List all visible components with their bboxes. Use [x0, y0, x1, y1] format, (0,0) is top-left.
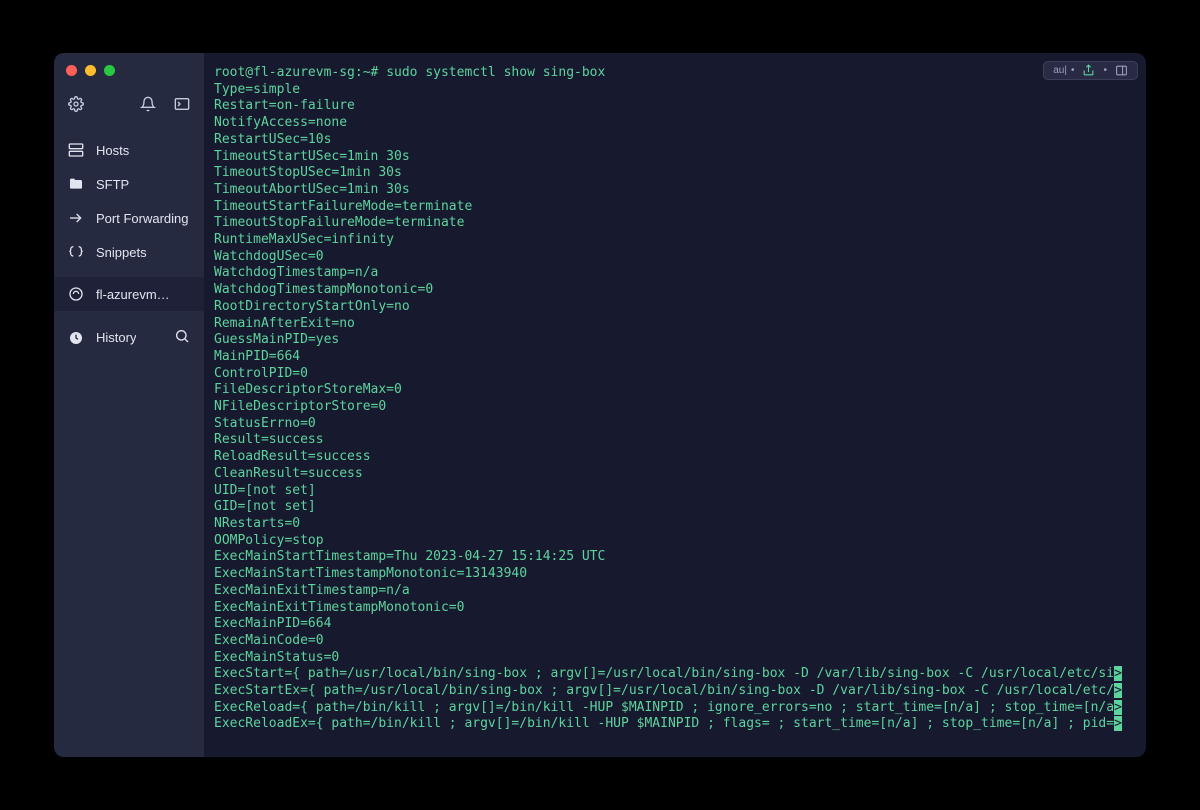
- split-icon[interactable]: [1112, 64, 1131, 77]
- autocomplete-label: au|: [1053, 65, 1067, 76]
- sidebar-item-history[interactable]: History: [54, 319, 204, 356]
- toolbar-topright: au|• •: [1043, 61, 1138, 80]
- sidebar: Hosts SFTP Port Forwarding Snippets fl-a…: [54, 53, 204, 757]
- sidebar-item-label: Snippets: [96, 245, 147, 260]
- sidebar-item-session[interactable]: fl-azurevm…: [54, 277, 204, 311]
- sidebar-item-port-forwarding[interactable]: Port Forwarding: [54, 201, 204, 235]
- sidebar-item-snippets[interactable]: Snippets: [54, 235, 204, 269]
- app-window: Hosts SFTP Port Forwarding Snippets fl-a…: [54, 53, 1146, 757]
- share-icon[interactable]: [1079, 64, 1098, 77]
- sidebar-item-hosts[interactable]: Hosts: [54, 133, 204, 167]
- sidebar-item-label: History: [96, 330, 136, 345]
- window-controls: [54, 59, 204, 90]
- minimize-window-button[interactable]: [85, 65, 96, 76]
- sidebar-item-label: fl-azurevm…: [96, 287, 170, 302]
- sidebar-item-label: SFTP: [96, 177, 129, 192]
- maximize-window-button[interactable]: [104, 65, 115, 76]
- sidebar-toolbar: [54, 90, 204, 133]
- sidebar-item-label: Port Forwarding: [96, 211, 188, 226]
- search-icon[interactable]: [174, 328, 190, 347]
- terminal-pane[interactable]: root@fl-azurevm-sg:~# sudo systemctl sho…: [204, 53, 1146, 757]
- terminal-icon[interactable]: [174, 96, 190, 117]
- sidebar-item-sftp[interactable]: SFTP: [54, 167, 204, 201]
- bell-icon[interactable]: [140, 96, 156, 117]
- sidebar-item-label: Hosts: [96, 143, 129, 158]
- settings-icon[interactable]: [68, 96, 84, 117]
- close-window-button[interactable]: [66, 65, 77, 76]
- autocomplete-indicator[interactable]: au|•: [1050, 65, 1077, 76]
